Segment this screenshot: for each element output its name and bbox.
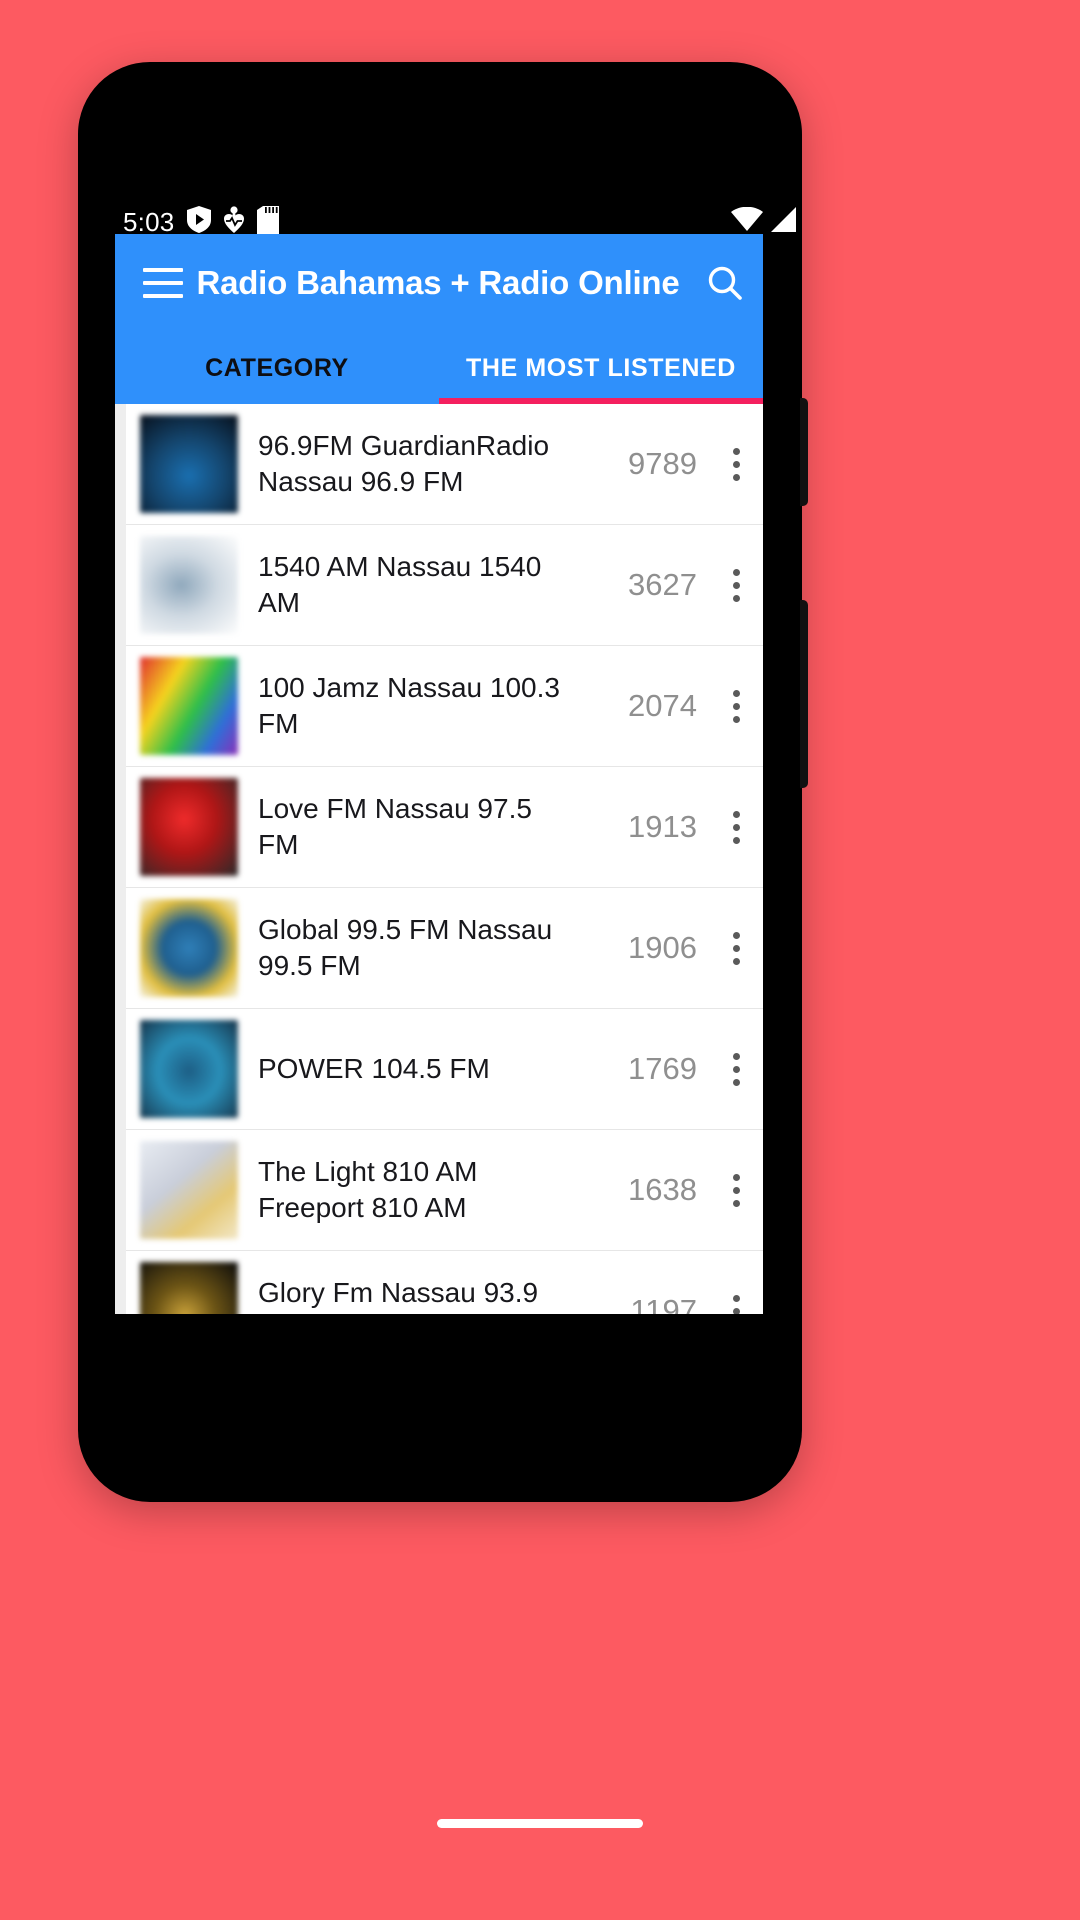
home-indicator[interactable]: [437, 1819, 643, 1828]
search-icon[interactable]: [687, 245, 763, 321]
listener-count: 1913: [628, 809, 697, 844]
station-thumbnail: [140, 1020, 238, 1118]
hamburger-bar-1: [143, 268, 183, 272]
table-row[interactable]: 100 Jamz Nassau 100.3 FM 2074: [126, 646, 763, 767]
table-row[interactable]: 1540 AM Nassau 1540 AM 3627: [126, 525, 763, 646]
station-thumbnail: [140, 415, 238, 513]
overflow-menu-icon[interactable]: [709, 1155, 763, 1225]
status-bar-right: [731, 206, 797, 238]
overflow-menu-icon[interactable]: [709, 1034, 763, 1104]
hamburger-menu-icon[interactable]: [143, 268, 183, 298]
hamburger-bar-2: [143, 281, 183, 285]
page-title: Radio Bahamas + Radio Online: [196, 264, 680, 301]
overflow-menu-icon[interactable]: [709, 550, 763, 620]
overflow-menu-icon[interactable]: [709, 671, 763, 741]
station-title: POWER 104.5 FM: [258, 1053, 490, 1085]
cellular-signal-icon: [769, 206, 797, 238]
station-thumbnail: [140, 536, 238, 634]
app-bar: Radio Bahamas + Radio Online: [115, 234, 763, 332]
table-row[interactable]: Glory Fm Nassau 93.9 FM 1197: [126, 1251, 763, 1314]
phone-screen: Radio Bahamas + Radio Online CATEGORY TH…: [115, 234, 763, 1314]
listener-count: 1638: [628, 1172, 697, 1207]
tab-the-most-listened[interactable]: THE MOST LISTENED: [439, 332, 763, 404]
station-title: The Light 810 AM Freeport 810 AM: [258, 1156, 478, 1223]
hamburger-bar-3: [143, 294, 183, 298]
overflow-menu-icon[interactable]: [709, 913, 763, 983]
page-root: 5:03 Radio Bahamas + Radio Online CATEGO…: [0, 0, 1080, 1920]
table-row[interactable]: POWER 104.5 FM 1769: [126, 1009, 763, 1130]
table-row[interactable]: Love FM Nassau 97.5 FM 1913: [126, 767, 763, 888]
overflow-menu-icon[interactable]: [709, 1276, 763, 1314]
station-title: 96.9FM GuardianRadio Nassau 96.9 FM: [258, 430, 550, 497]
station-title: Global 99.5 FM Nassau 99.5 FM: [258, 914, 553, 981]
listener-count: 2074: [628, 688, 697, 723]
phone-volume-button[interactable]: [800, 398, 808, 506]
station-thumbnail: [140, 1141, 238, 1239]
station-title: 100 Jamz Nassau 100.3 FM: [258, 672, 560, 739]
tab-bar: CATEGORY THE MOST LISTENED: [115, 332, 763, 404]
listener-count: 1906: [628, 930, 697, 965]
overflow-menu-icon[interactable]: [709, 792, 763, 862]
listener-count: 9789: [628, 446, 697, 481]
status-time: 5:03: [123, 206, 175, 237]
station-thumbnail: [140, 1262, 238, 1314]
listener-count: 1197: [630, 1293, 697, 1314]
table-row[interactable]: Global 99.5 FM Nassau 99.5 FM 1906: [126, 888, 763, 1009]
tab-active-indicator: [439, 398, 763, 404]
tab-category[interactable]: CATEGORY: [115, 332, 439, 404]
station-thumbnail: [140, 899, 238, 997]
wifi-icon: [731, 206, 763, 238]
station-title: Love FM Nassau 97.5 FM: [258, 793, 532, 860]
table-row[interactable]: The Light 810 AM Freeport 810 AM 1638: [126, 1130, 763, 1251]
phone-power-button[interactable]: [800, 600, 808, 788]
listener-count: 3627: [628, 567, 697, 602]
station-list[interactable]: 96.9FM GuardianRadio Nassau 96.9 FM 9789…: [115, 404, 763, 1314]
station-thumbnail: [140, 778, 238, 876]
station-thumbnail: [140, 657, 238, 755]
station-title: 1540 AM Nassau 1540 AM: [258, 551, 542, 618]
station-title: Glory Fm Nassau 93.9 FM: [258, 1277, 539, 1314]
table-row[interactable]: 96.9FM GuardianRadio Nassau 96.9 FM 9789: [126, 404, 763, 525]
listener-count: 1769: [628, 1051, 697, 1086]
overflow-menu-icon[interactable]: [709, 429, 763, 499]
